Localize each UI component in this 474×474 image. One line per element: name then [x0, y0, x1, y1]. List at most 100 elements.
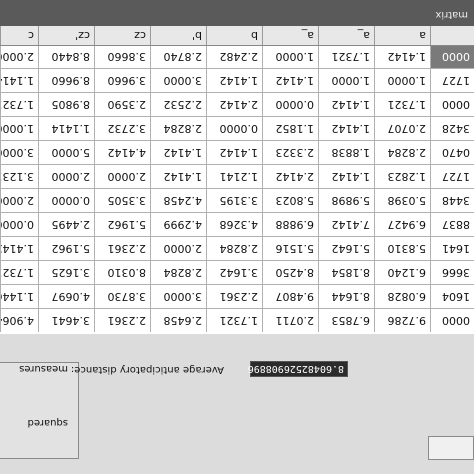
table-cell[interactable]: 1.0000 [0, 116, 38, 140]
table-cell[interactable]: 1.4142 [262, 68, 318, 92]
table-cell[interactable]: 2.0707 [374, 116, 430, 140]
table-cell[interactable]: 5.0398 [374, 188, 430, 212]
table-cell[interactable]: 1.4142 [150, 164, 206, 188]
table-cell[interactable]: 0.0000 [206, 116, 262, 140]
table-cell[interactable]: 1.1852 [262, 116, 318, 140]
table-cell[interactable]: 8.4250 [262, 260, 318, 284]
table-cell[interactable]: 1.7321 [318, 44, 374, 68]
table-cell[interactable]: 2.4142 [262, 164, 318, 188]
table-cell[interactable]: 5.1642 [318, 236, 374, 260]
table-cell[interactable]: 1.1414 [0, 68, 38, 92]
table-cell[interactable]: 1.8838 [318, 140, 374, 164]
table-cell[interactable]: 3.1231 [0, 164, 38, 188]
table-cell[interactable]: 1.4142 [206, 140, 262, 164]
column-header[interactable]: cz [94, 25, 150, 45]
table-cell[interactable]: 0.0000 [262, 92, 318, 116]
table-cell[interactable]: 2.2361 [206, 284, 262, 308]
table-cell[interactable]: 9.7286 [374, 308, 430, 332]
table-cell[interactable]: 2.8284 [374, 140, 430, 164]
table-cell[interactable]: 1.7321 [374, 92, 430, 116]
average-distance-field[interactable]: 8.60482526908896 [248, 361, 348, 377]
table-cell[interactable]: 1604 [430, 284, 474, 308]
table-cell[interactable]: 2.0000 [0, 44, 38, 68]
table-cell[interactable]: 9.4807 [262, 284, 318, 308]
table-cell[interactable]: 8.9805 [38, 92, 94, 116]
table-cell[interactable]: 3.9660 [94, 68, 150, 92]
table-cell[interactable]: 1.0000 [262, 44, 318, 68]
table-cell[interactable]: 4.2999 [150, 212, 206, 236]
table-cell[interactable]: 8.1644 [318, 284, 374, 308]
table-cell[interactable]: 1.2141 [206, 164, 262, 188]
table-cell[interactable]: 1.4142 [374, 44, 430, 68]
table-cell[interactable]: 1.4142 [318, 92, 374, 116]
table-cell[interactable]: 0000 [430, 92, 474, 116]
table-cell[interactable]: 1.4142 [318, 164, 374, 188]
table-cell[interactable]: 1.7321 [0, 92, 38, 116]
table-cell[interactable]: 2.8284 [150, 116, 206, 140]
table-cell[interactable]: 1.2823 [374, 164, 430, 188]
table-cell[interactable]: 1641 [430, 236, 474, 260]
table-cell[interactable]: 6.1240 [374, 260, 430, 284]
column-header[interactable]: b' [150, 25, 206, 45]
column-header[interactable]: a_ [318, 25, 374, 45]
table-cell[interactable]: 1.4142 [206, 68, 262, 92]
column-header[interactable] [430, 25, 474, 45]
table-cell[interactable]: 2.3590 [94, 92, 150, 116]
table-cell[interactable]: 1.7321 [0, 260, 38, 284]
table-cell[interactable]: 5.1516 [262, 236, 318, 260]
table-cell[interactable]: 2.0000 [0, 188, 38, 212]
table-cell[interactable]: 3.1625 [38, 260, 94, 284]
table-cell[interactable]: 8.0310 [94, 260, 150, 284]
table-cell[interactable]: 5.8023 [262, 188, 318, 212]
table-cell[interactable]: 1727 [430, 68, 474, 92]
table-cell[interactable]: 5.0000 [38, 140, 94, 164]
table-cell[interactable]: 1.0000 [318, 68, 374, 92]
table-cell[interactable]: 3.8660 [94, 44, 150, 68]
table-cell[interactable]: 8.8440 [38, 44, 94, 68]
table-cell[interactable]: 3.0000 [150, 284, 206, 308]
table-cell[interactable]: 7.4142 [318, 212, 374, 236]
table-cell[interactable]: 0.0000 [0, 212, 38, 236]
table-cell[interactable]: 2.0000 [94, 164, 150, 188]
table-cell[interactable]: 3.3505 [94, 188, 150, 212]
table-cell[interactable]: 4.9064 [0, 308, 38, 332]
table-cell[interactable]: 2.8740 [150, 44, 206, 68]
table-cell[interactable]: 5.9898 [318, 188, 374, 212]
table-cell[interactable]: 2.2361 [94, 236, 150, 260]
table-cell[interactable]: 2.0711 [262, 308, 318, 332]
table-cell[interactable]: 1727 [430, 164, 474, 188]
table-cell[interactable]: 2.0000 [150, 236, 206, 260]
table-cell[interactable]: 1.4142 [150, 140, 206, 164]
table-cell[interactable]: 3.8730 [94, 284, 150, 308]
table-cell[interactable]: 3.1642 [206, 260, 262, 284]
table-cell[interactable]: 2.2482 [206, 44, 262, 68]
table-cell[interactable]: 6.9888 [262, 212, 318, 236]
table-cell[interactable]: 4.4142 [94, 140, 150, 164]
table-cell[interactable]: 0000 [430, 44, 474, 68]
table-cell[interactable]: 1.7321 [206, 308, 262, 332]
table-cell[interactable]: 2.2361 [94, 308, 150, 332]
column-header[interactable]: c [0, 25, 38, 45]
table-cell[interactable]: 2.8284 [150, 260, 206, 284]
table-cell[interactable]: 2.0000 [38, 164, 94, 188]
table-cell[interactable]: 1.4142 [318, 116, 374, 140]
table-cell[interactable]: 4.2458 [150, 188, 206, 212]
table-cell[interactable]: 5.1962 [38, 236, 94, 260]
table-cell[interactable]: 0470 [430, 140, 474, 164]
table-cell[interactable]: 2.4142 [206, 92, 262, 116]
table-cell[interactable]: 2.4495 [38, 212, 94, 236]
table-cell[interactable]: 3.0000 [150, 68, 206, 92]
table-cell[interactable]: 6.0828 [374, 284, 430, 308]
table-cell[interactable]: 3428 [430, 116, 474, 140]
table-cell[interactable]: 1.0000 [374, 68, 430, 92]
table-cell[interactable]: 0.0000 [38, 188, 94, 212]
table-cell[interactable]: 8.1854 [318, 260, 374, 284]
table-cell[interactable]: 3666 [430, 260, 474, 284]
table-cell[interactable]: 1.1446 [0, 284, 38, 308]
table-cell[interactable]: 3448 [430, 188, 474, 212]
table-cell[interactable]: 8837 [430, 212, 474, 236]
table-cell[interactable]: 3.0000 [0, 140, 38, 164]
table-cell[interactable]: 2.6458 [150, 308, 206, 332]
table-cell[interactable]: 1.1414 [38, 116, 94, 140]
table-cell[interactable]: 1.4142 [0, 236, 38, 260]
